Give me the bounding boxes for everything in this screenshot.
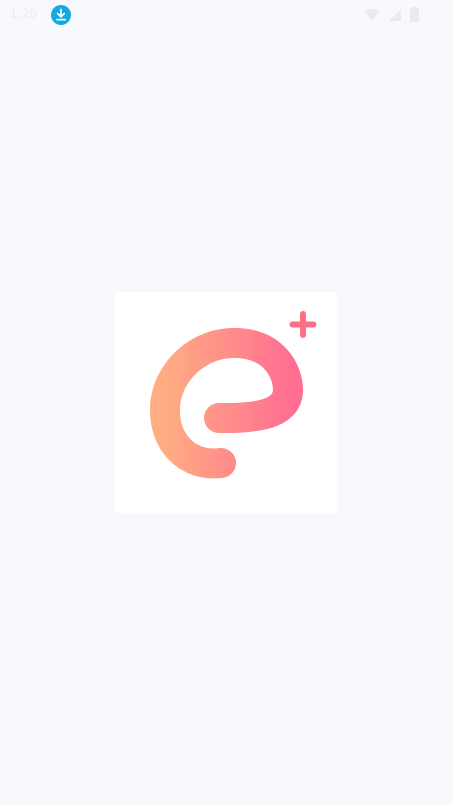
system-icons: [364, 7, 419, 22]
app-logo-icon: [150, 311, 317, 479]
wifi-icon: [364, 8, 380, 21]
status-bar: 1:20: [0, 0, 453, 30]
signal-icon: [389, 8, 401, 21]
app-logo: [115, 292, 337, 513]
status-time: 1:20: [10, 6, 38, 21]
battery-icon: [410, 7, 419, 22]
splash-screen: 1:20: [0, 0, 453, 805]
download-icon[interactable]: [51, 5, 71, 25]
